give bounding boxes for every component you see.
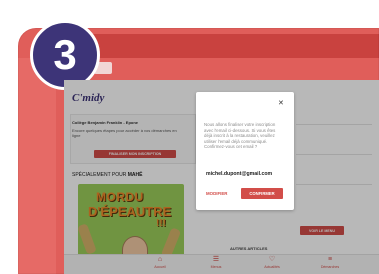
modal-email: michel.dupont@gmail.com [206,171,273,177]
confirm-button[interactable]: CONFIRMER [241,188,283,199]
close-icon[interactable]: ✕ [278,100,284,107]
step-number: 3 [53,31,77,78]
stage: 3 C'midy Collège Benjamin Franklin - Epo… [0,0,379,274]
modify-button[interactable]: MODIFIER [206,191,227,196]
modal-message: Nous allons finaliser votre inscription … [204,122,276,150]
